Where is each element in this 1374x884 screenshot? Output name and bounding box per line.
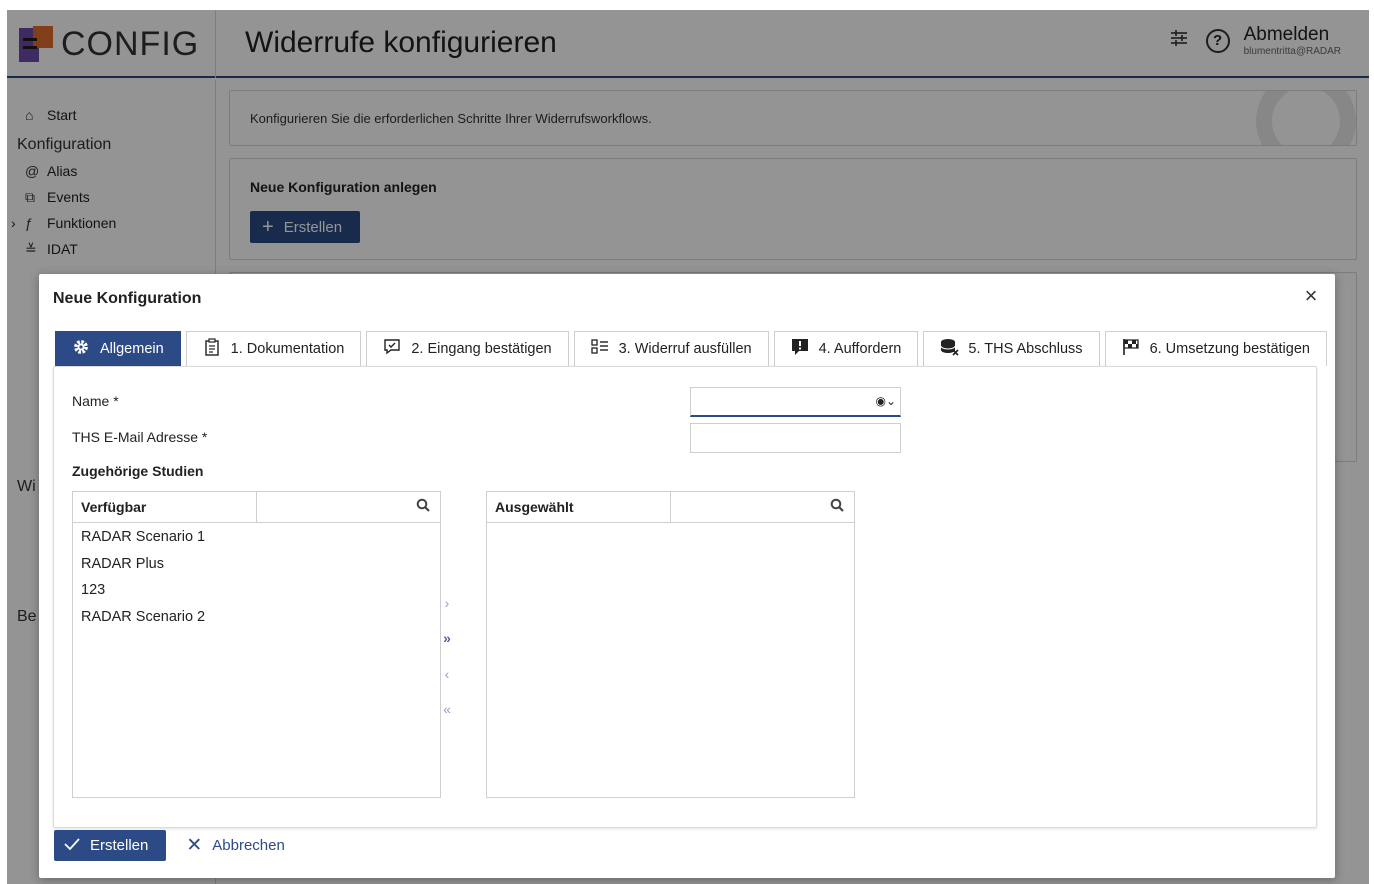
user-circle-dropdown-icon[interactable]: ◉⌄: [875, 394, 896, 408]
cancel-button[interactable]: ✕ Abbrechen: [180, 830, 290, 861]
available-list: Verfügbar RADAR Scenario 1 RADAR Plus 12…: [72, 491, 441, 798]
tab-widerruf-ausfuellen[interactable]: 3. Widerruf ausfüllen: [573, 331, 769, 366]
search-icon: [416, 498, 430, 516]
new-config-dialog: Neue Konfiguration × Allgemein 1. Dokume…: [39, 274, 1335, 878]
selected-header: Ausgewählt: [487, 492, 671, 522]
tab-label: Allgemein: [100, 341, 164, 357]
email-label: THS E-Mail Adresse *: [72, 429, 208, 445]
tab-panel-allgemein: Name * ◉⌄ THS E-Mail Adresse * Zugehörig…: [53, 366, 1317, 828]
tab-dokumentation[interactable]: 1. Dokumentation: [185, 331, 362, 366]
comment-exclamation-icon: [791, 338, 809, 360]
tab-allgemein[interactable]: Allgemein: [55, 331, 181, 366]
move-right-button[interactable]: ›: [435, 595, 459, 611]
database-x-icon: [940, 338, 959, 360]
tab-label: 2. Eingang bestätigen: [411, 341, 552, 357]
tab-label: 6. Umsetzung bestätigen: [1149, 341, 1310, 357]
studies-title: Zugehörige Studien: [72, 463, 204, 479]
name-label: Name *: [72, 393, 119, 409]
available-list-header: Verfügbar: [73, 492, 440, 523]
available-filter-input[interactable]: [257, 492, 440, 522]
name-field[interactable]: ◉⌄: [690, 387, 901, 417]
clipboard-icon: [203, 338, 221, 360]
tab-label: 1. Dokumentation: [230, 341, 345, 357]
submit-label: Erstellen: [90, 837, 149, 854]
dialog-footer: Erstellen ✕ Abbrechen: [54, 830, 291, 861]
tab-label: 5. THS Abschluss: [968, 341, 1083, 357]
list-item[interactable]: 123: [73, 577, 440, 604]
submit-button[interactable]: Erstellen: [54, 830, 167, 861]
close-icon[interactable]: ×: [1299, 284, 1323, 308]
checklist-icon: [590, 338, 609, 360]
tab-ths-abschluss[interactable]: 5. THS Abschluss: [923, 331, 1100, 366]
list-item[interactable]: RADAR Plus: [73, 551, 440, 578]
selected-list: Ausgewählt: [486, 491, 855, 798]
tab-label: 3. Widerruf ausfüllen: [618, 341, 752, 357]
selected-filter-input[interactable]: [671, 492, 854, 522]
tab-eingang-bestaetigen[interactable]: 2. Eingang bestätigen: [366, 331, 569, 366]
list-item[interactable]: RADAR Scenario 2: [73, 604, 440, 631]
move-left-button[interactable]: ‹: [435, 666, 459, 682]
email-field[interactable]: [690, 423, 901, 453]
move-all-right-button[interactable]: »: [435, 630, 459, 646]
flag-checkered-icon: [1122, 338, 1140, 360]
list-item[interactable]: RADAR Scenario 1: [73, 524, 440, 551]
tab-bar: Allgemein 1. Dokumentation 2. Eingang be…: [55, 331, 1327, 366]
cancel-label: Abbrechen: [212, 837, 285, 854]
tab-umsetzung-bestaetigen[interactable]: 6. Umsetzung bestätigen: [1104, 331, 1327, 366]
selected-list-header: Ausgewählt: [487, 492, 854, 523]
message-check-icon: [383, 338, 401, 360]
available-header: Verfügbar: [73, 492, 257, 522]
tab-label: 4. Auffordern: [818, 341, 902, 357]
dialog-title: Neue Konfiguration: [53, 290, 202, 307]
tab-auffordern[interactable]: 4. Auffordern: [773, 331, 919, 366]
close-icon: ✕: [186, 835, 203, 856]
gear-icon: [72, 339, 90, 359]
search-icon: [830, 498, 844, 516]
check-icon: [64, 837, 80, 855]
move-all-left-button[interactable]: «: [435, 701, 459, 717]
